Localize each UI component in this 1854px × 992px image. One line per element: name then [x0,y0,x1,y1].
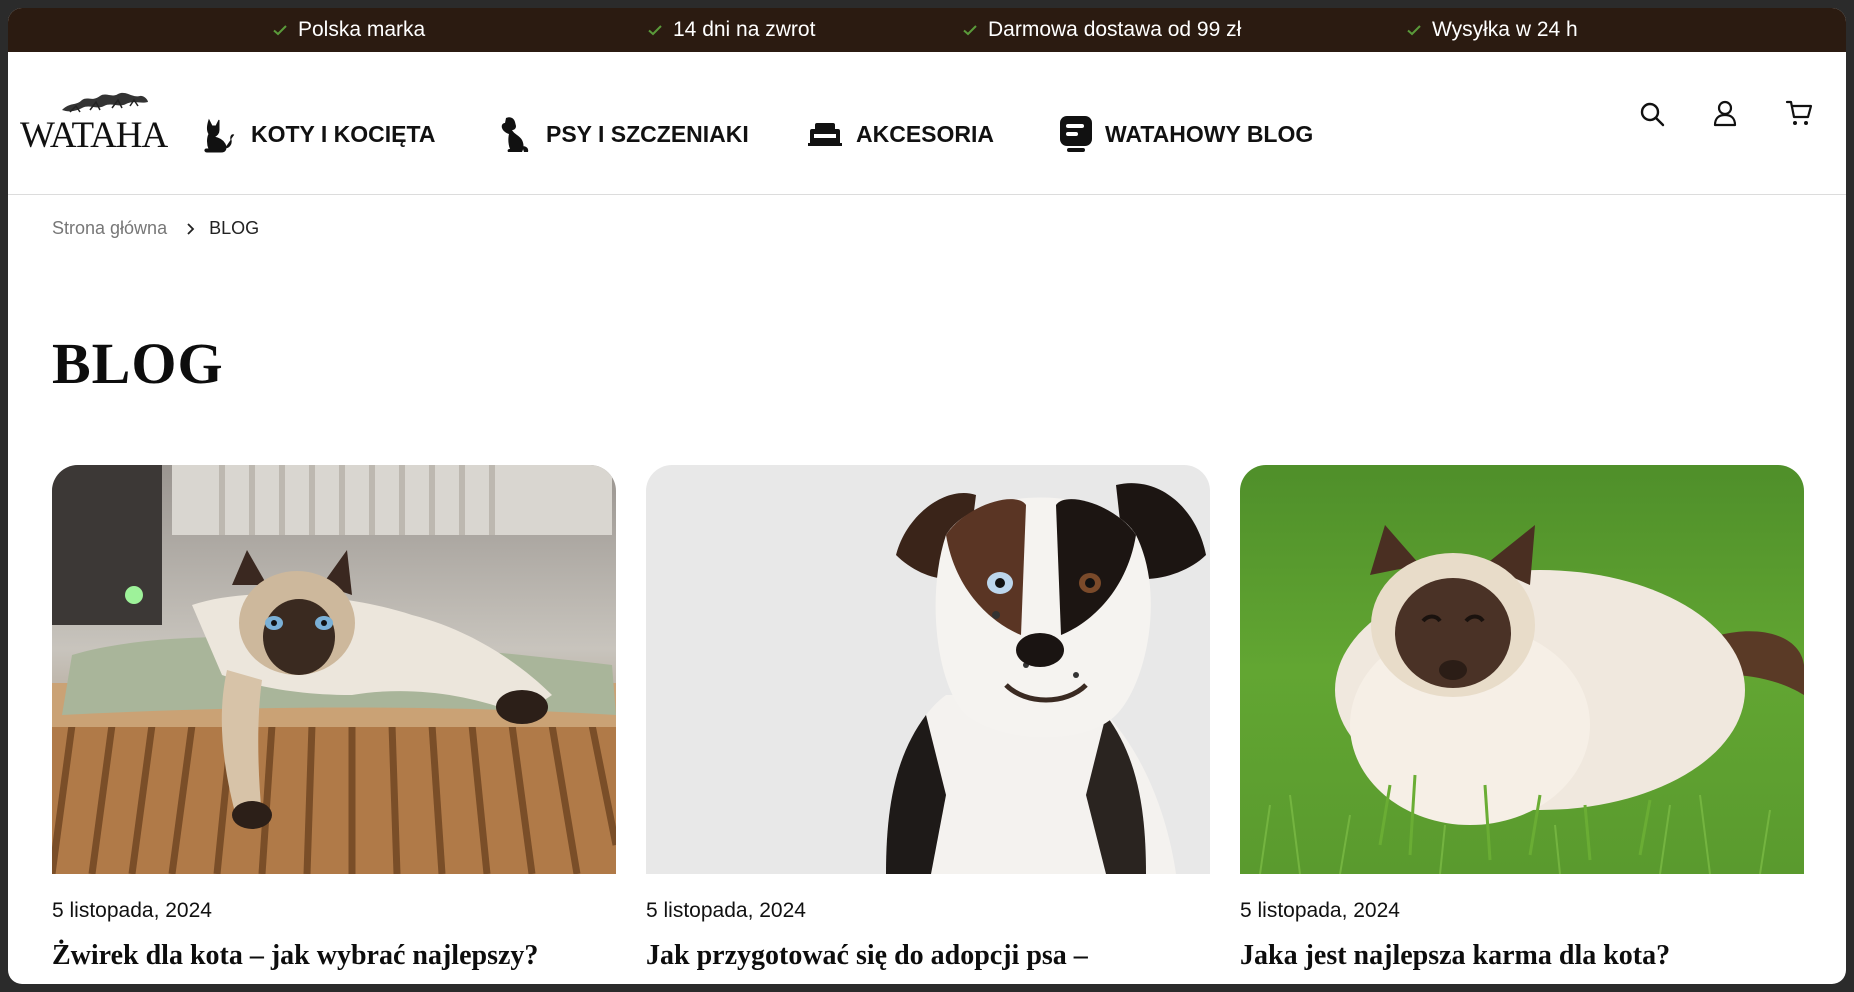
user-icon[interactable] [1711,99,1739,127]
info-item-shipping: Wysyłka w 24 h [1406,8,1578,52]
info-item-free-delivery: Darmowa dostawa od 99 zł [962,8,1241,52]
check-icon [648,25,662,36]
blog-post-card[interactable]: 5 listopada, 2024 Jaka jest najlepsza ka… [1240,465,1804,972]
info-item-label: Wysyłka w 24 h [1432,18,1578,41]
post-title[interactable]: Żwirek dla kota – jak wybrać najlepszy? [52,940,616,972]
siamese-cat-photo [52,465,616,874]
nav-label: AKCESORIA [856,120,995,147]
pet-bed-icon [808,123,842,146]
post-date: 5 listopada, 2024 [1240,899,1400,922]
cat-icon [204,118,235,153]
breadcrumb-current: BLOG [209,218,260,238]
post-date: 5 listopada, 2024 [52,899,212,922]
blog-post-image[interactable] [52,465,616,874]
australian-shepherd-photo [646,465,1210,874]
info-item-label: 14 dni na zwrot [673,18,816,41]
top-info-bar: Polska marka 14 dni na zwrot Darmowa dos… [8,8,1846,52]
check-icon [1407,25,1421,36]
cart-icon[interactable] [1785,99,1813,127]
info-item-label: Darmowa dostawa od 99 zł [988,18,1242,41]
breadcrumb: Strona główna BLOG [52,218,259,239]
blog-post-card[interactable]: 5 listopada, 2024 Żwirek dla kota – jak … [52,465,616,972]
breadcrumb-home-link[interactable]: Strona główna [52,218,167,239]
blog-post-image[interactable] [646,465,1210,874]
info-item-label: Polska marka [298,18,426,41]
nav-label: KOTY I KOCIĘTA [251,120,436,147]
info-item-polish-brand: Polska marka [272,8,425,52]
dog-icon [501,117,529,152]
chevron-right-icon [187,222,195,235]
site-header: WATAHA KOTY I KOCIĘTA PSY I SZCZENIAKI A… [8,52,1846,195]
nav-accessories[interactable]: AKCESORIA [806,108,994,160]
birman-cat-photo [1240,465,1804,874]
blog-icon [1060,116,1092,152]
site-logo[interactable]: WATAHA [20,88,172,158]
nav-blog[interactable]: WATAHOWY BLOG [1059,108,1313,160]
nav-dogs[interactable]: PSY I SZCZENIAKI [498,108,749,160]
post-title[interactable]: Jaka jest najlepsza karma dla kota? [1240,940,1804,972]
post-title[interactable]: Jak przygotować się do adopcji psa – [646,940,1210,972]
blog-post-card[interactable]: 5 listopada, 2024 Jak przygotować się do… [646,465,1210,972]
post-date: 5 listopada, 2024 [646,899,806,922]
nav-cats[interactable]: KOTY I KOCIĘTA [199,108,435,160]
search-icon[interactable] [1638,100,1666,128]
check-icon [273,25,287,36]
info-item-returns: 14 dni na zwrot [647,8,815,52]
browser-window: Polska marka 14 dni na zwrot Darmowa dos… [8,8,1846,984]
nav-label: WATAHOWY BLOG [1105,120,1314,147]
blog-post-image[interactable] [1240,465,1804,874]
check-icon [963,25,977,36]
nav-label: PSY I SZCZENIAKI [546,120,749,147]
page-title: BLOG [52,331,224,396]
logo-text: WATAHA [20,115,168,156]
